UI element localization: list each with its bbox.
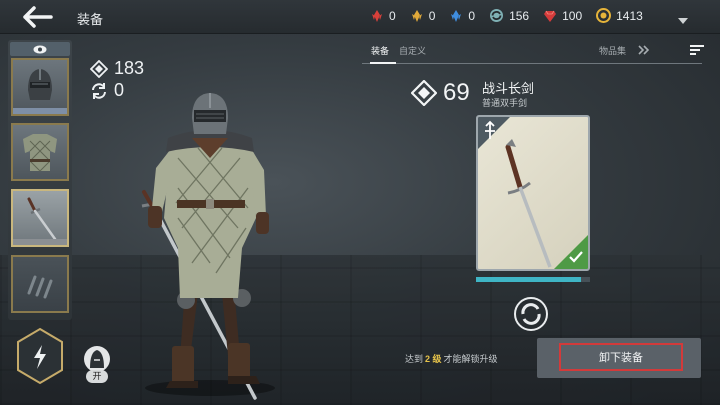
upgrade-value: 0: [114, 80, 125, 100]
chevron-down-icon: [678, 18, 688, 24]
power-value: 183: [114, 58, 145, 78]
gold-coin-icon: [596, 8, 612, 23]
page-title: 装备: [77, 12, 104, 27]
iron-cog-icon: [490, 9, 504, 22]
red-crystal-icon: [372, 9, 382, 22]
weapon-power-value: 69: [443, 79, 470, 106]
slot-helmet[interactable]: [11, 58, 69, 116]
slot-weapon-bar: [13, 239, 67, 245]
power-diamond-icon: [90, 59, 108, 78]
weapon-name: 战斗长剑: [482, 81, 535, 96]
tab-equipment[interactable]: 装备: [371, 44, 389, 57]
refresh-arrows-icon: [92, 82, 106, 99]
currency-iron-value: 156: [509, 8, 530, 23]
power-stat: 183: [90, 58, 144, 79]
lightning-hex-icon: [17, 327, 63, 385]
currency-dropdown-button[interactable]: [677, 12, 689, 24]
currency-blue: 0: [449, 9, 475, 23]
currency-red-value: 0: [389, 8, 396, 23]
weapon-progress-fill: [476, 277, 581, 282]
helmet-icon: [28, 69, 52, 100]
padded-armor-icon: [23, 134, 57, 172]
longsword-icon: [27, 197, 57, 241]
eye-icon: [33, 45, 47, 53]
unequip-button[interactable]: 卸下装备: [537, 338, 701, 378]
currency-bar: 0 0 0 156 100 1413: [370, 8, 657, 23]
unlock-note-suffix: 才能解锁升级: [443, 354, 498, 364]
iron-upgrade-icon: [514, 297, 548, 331]
weapon-card-art: [478, 117, 588, 269]
back-button[interactable]: [22, 6, 54, 28]
currency-coin: 1413: [596, 8, 643, 23]
active-tab-indicator: [370, 62, 396, 64]
blue-crystal-icon: [451, 9, 462, 22]
claw-marks-icon: [27, 275, 53, 299]
currency-ruby: 100: [543, 9, 582, 23]
double-chevron-right-icon[interactable]: [638, 45, 650, 55]
tab-item-sets[interactable]: 物品集: [599, 44, 626, 57]
currency-iron: 156: [489, 8, 529, 23]
tab-customize[interactable]: 自定义: [399, 44, 426, 57]
currency-red: 0: [370, 9, 396, 23]
sort-icon[interactable]: [690, 44, 704, 56]
unlock-note-prefix: 达到: [405, 354, 424, 364]
currency-coin-value: 1413: [616, 8, 643, 23]
currency-gold: 0: [410, 8, 436, 23]
slot-armor[interactable]: [11, 123, 69, 181]
power-diamond-icon: [411, 80, 437, 106]
upgrade-button[interactable]: [513, 296, 549, 332]
unlock-note-level: 2 级: [425, 354, 442, 364]
visibility-toggle[interactable]: [10, 42, 70, 56]
weapon-card[interactable]: [476, 115, 590, 271]
hero-mode-label: 开: [86, 370, 108, 383]
unequip-button-label: 卸下装备: [559, 343, 683, 371]
item-tabs: 装备 自定义 物品集: [362, 40, 702, 64]
weapon-type: 普通双手剑: [482, 98, 528, 108]
upgrade-stat: 0: [90, 80, 124, 101]
weapon-progress-bar: [476, 277, 590, 282]
feat-hex-button[interactable]: [15, 327, 65, 385]
back-arrow-icon: [23, 6, 53, 28]
slot-empty[interactable]: [11, 255, 69, 313]
unlock-note: 达到 2 级才能解锁升级: [405, 352, 498, 365]
gold-crystal-icon: [411, 9, 422, 22]
currency-gold-value: 0: [428, 8, 436, 23]
knight-character: [141, 93, 275, 400]
currency-ruby-value: 100: [562, 8, 583, 23]
weapon-power: 69: [411, 79, 470, 107]
slot-helmet-bar: [13, 108, 67, 114]
ruby-gem-icon: [544, 10, 557, 22]
slot-weapon[interactable]: [11, 189, 69, 247]
top-bar: 装备 0 0 0 156 100 1413: [0, 0, 720, 34]
currency-blue-value: 0: [468, 8, 476, 23]
